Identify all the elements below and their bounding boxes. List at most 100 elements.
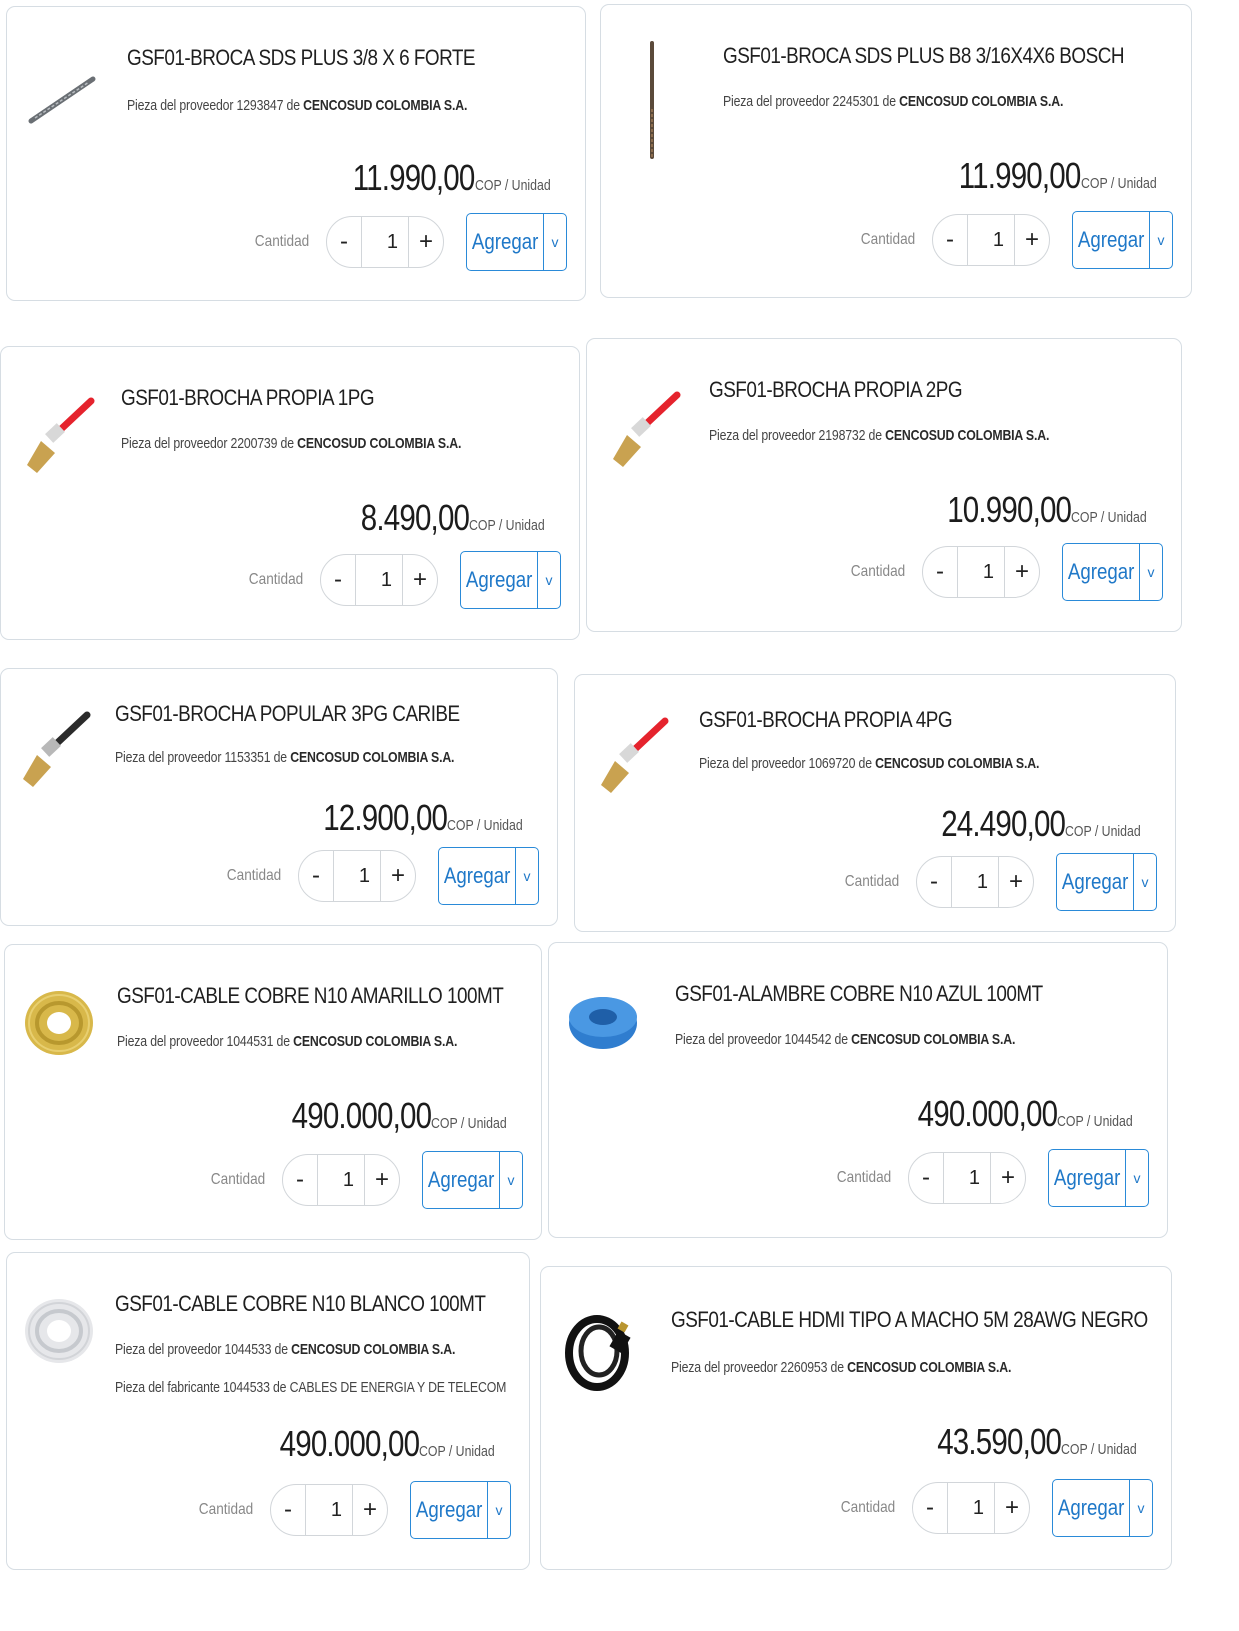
price-unit: COP / Unidad bbox=[1060, 1441, 1137, 1458]
chevron-down-icon[interactable]: v bbox=[1125, 1150, 1148, 1206]
add-button[interactable]: Agregar bbox=[1053, 1480, 1129, 1536]
decrement-button[interactable]: - bbox=[271, 1485, 305, 1535]
quantity-label: Cantidad bbox=[210, 1171, 266, 1188]
quantity-input[interactable]: 1 bbox=[361, 217, 409, 267]
product-title[interactable]: GSF01-ALAMBRE COBRE N10 AZUL 100MT bbox=[675, 981, 1043, 1007]
add-button-group: Agregar v bbox=[1048, 1149, 1149, 1207]
price: 8.490,00 bbox=[360, 497, 469, 538]
decrement-button[interactable]: - bbox=[909, 1153, 943, 1203]
chevron-down-icon[interactable]: v bbox=[543, 214, 566, 270]
quantity-input[interactable]: 1 bbox=[967, 215, 1015, 265]
quantity-row: Cantidad - 1 + Agregar v bbox=[836, 1479, 1153, 1537]
increment-button[interactable]: + bbox=[991, 1153, 1025, 1203]
add-button[interactable]: Agregar bbox=[1073, 212, 1149, 268]
decrement-button[interactable]: - bbox=[917, 857, 951, 907]
product-card: GSF01-CABLE HDMI TIPO A MACHO 5M 28AWG N… bbox=[540, 1266, 1172, 1570]
add-button[interactable]: Agregar bbox=[461, 552, 537, 608]
supplier-info: Pieza del proveedor 1069720 de CENCOSUD … bbox=[699, 755, 1040, 772]
chevron-down-icon[interactable]: v bbox=[537, 552, 560, 608]
product-title[interactable]: GSF01-CABLE COBRE N10 BLANCO 100MT bbox=[115, 1291, 486, 1317]
price-unit: COP / Unidad bbox=[1056, 1113, 1133, 1130]
supplier-info: Pieza del proveedor 2200739 de CENCOSUD … bbox=[121, 435, 462, 452]
add-button-group: Agregar v bbox=[1052, 1479, 1153, 1537]
quantity-row: Cantidad - 1 + Agregar v bbox=[206, 1151, 523, 1209]
product-title[interactable]: GSF01-BROCA SDS PLUS B8 3/16X4X6 BOSCH bbox=[723, 43, 1125, 69]
price: 10.990,00 bbox=[946, 489, 1072, 530]
maker-info: Pieza del fabricante 1044533 de CABLES D… bbox=[115, 1379, 507, 1396]
decrement-button[interactable]: - bbox=[283, 1155, 317, 1205]
quantity-stepper: - 1 + bbox=[908, 1152, 1026, 1204]
brush-icon bbox=[593, 715, 683, 805]
product-card: GSF01-BROCHA PROPIA 4PG Pieza del provee… bbox=[574, 674, 1176, 932]
product-title[interactable]: GSF01-BROCHA POPULAR 3PG CARIBE bbox=[115, 701, 460, 727]
price-row: 490.000,00 COP / Unidad bbox=[887, 1093, 1149, 1135]
product-card: GSF01-BROCA SDS PLUS B8 3/16X4X6 BOSCH P… bbox=[600, 4, 1192, 298]
quantity-input[interactable]: 1 bbox=[305, 1485, 353, 1535]
decrement-button[interactable]: - bbox=[327, 217, 361, 267]
increment-button[interactable]: + bbox=[999, 857, 1033, 907]
increment-button[interactable]: + bbox=[381, 851, 415, 901]
quantity-stepper: - 1 + bbox=[912, 1482, 1030, 1534]
supplier-info: Pieza del proveedor 2260953 de CENCOSUD … bbox=[671, 1359, 1012, 1376]
chevron-down-icon[interactable]: v bbox=[1129, 1480, 1152, 1536]
quantity-label: Cantidad bbox=[198, 1501, 254, 1518]
increment-button[interactable]: + bbox=[409, 217, 443, 267]
decrement-button[interactable]: - bbox=[923, 547, 957, 597]
decrement-button[interactable]: - bbox=[933, 215, 967, 265]
add-button-group: Agregar v bbox=[460, 551, 561, 609]
chevron-down-icon[interactable]: v bbox=[515, 848, 538, 904]
decrement-button[interactable]: - bbox=[299, 851, 333, 901]
add-button[interactable]: Agregar bbox=[439, 848, 515, 904]
drill-bit-icon bbox=[25, 59, 115, 149]
quantity-input[interactable]: 1 bbox=[355, 555, 403, 605]
supplier-info: Pieza del proveedor 1044531 de CENCOSUD … bbox=[117, 1033, 458, 1050]
chevron-down-icon[interactable]: v bbox=[1133, 854, 1156, 910]
increment-button[interactable]: + bbox=[403, 555, 437, 605]
add-button-group: Agregar v bbox=[1062, 543, 1163, 601]
increment-button[interactable]: + bbox=[353, 1485, 387, 1535]
product-title[interactable]: GSF01-BROCA SDS PLUS 3/8 X 6 FORTE bbox=[127, 45, 476, 71]
add-button[interactable]: Agregar bbox=[1057, 854, 1133, 910]
supplier-info: Pieza del proveedor 1044542 de CENCOSUD … bbox=[675, 1031, 1016, 1048]
product-title[interactable]: GSF01-BROCHA PROPIA 2PG bbox=[709, 377, 963, 403]
quantity-label: Cantidad bbox=[844, 873, 900, 890]
chevron-down-icon[interactable]: v bbox=[1149, 212, 1172, 268]
decrement-button[interactable]: - bbox=[321, 555, 355, 605]
chevron-down-icon[interactable]: v bbox=[499, 1152, 522, 1208]
add-button[interactable]: Agregar bbox=[423, 1152, 499, 1208]
increment-button[interactable]: + bbox=[1005, 547, 1039, 597]
add-button[interactable]: Agregar bbox=[1049, 1150, 1125, 1206]
add-button-group: Agregar v bbox=[1072, 211, 1173, 269]
price-unit: COP / Unidad bbox=[446, 817, 523, 834]
price: 24.490,00 bbox=[940, 803, 1066, 844]
quantity-stepper: - 1 + bbox=[916, 856, 1034, 908]
quantity-stepper: - 1 + bbox=[932, 214, 1050, 266]
decrement-button[interactable]: - bbox=[913, 1483, 947, 1533]
quantity-input[interactable]: 1 bbox=[317, 1155, 365, 1205]
quantity-input[interactable]: 1 bbox=[333, 851, 381, 901]
chevron-down-icon[interactable]: v bbox=[487, 1482, 510, 1538]
price: 11.990,00 bbox=[352, 157, 476, 198]
product-title[interactable]: GSF01-BROCHA PROPIA 1PG bbox=[121, 385, 375, 411]
product-title[interactable]: GSF01-CABLE HDMI TIPO A MACHO 5M 28AWG N… bbox=[671, 1307, 1148, 1333]
add-button[interactable]: Agregar bbox=[467, 214, 543, 270]
quantity-row: Cantidad - 1 + Agregar v bbox=[244, 551, 561, 609]
add-button[interactable]: Agregar bbox=[411, 1482, 487, 1538]
product-title[interactable]: GSF01-CABLE COBRE N10 AMARILLO 100MT bbox=[117, 983, 504, 1009]
increment-button[interactable]: + bbox=[1015, 215, 1049, 265]
quantity-input[interactable]: 1 bbox=[943, 1153, 991, 1203]
add-button[interactable]: Agregar bbox=[1063, 544, 1139, 600]
product-card: GSF01-BROCHA PROPIA 2PG Pieza del provee… bbox=[586, 338, 1182, 632]
price-row: 11.990,00 COP / Unidad bbox=[932, 155, 1173, 197]
quantity-input[interactable]: 1 bbox=[947, 1483, 995, 1533]
product-title[interactable]: GSF01-BROCHA PROPIA 4PG bbox=[699, 707, 953, 733]
chevron-down-icon[interactable]: v bbox=[1139, 544, 1162, 600]
supplier-info: Pieza del proveedor 2198732 de CENCOSUD … bbox=[709, 427, 1050, 444]
add-button-group: Agregar v bbox=[466, 213, 567, 271]
quantity-input[interactable]: 1 bbox=[951, 857, 999, 907]
price-row: 490.000,00 COP / Unidad bbox=[261, 1095, 523, 1137]
increment-button[interactable]: + bbox=[995, 1483, 1029, 1533]
increment-button[interactable]: + bbox=[365, 1155, 399, 1205]
quantity-input[interactable]: 1 bbox=[957, 547, 1005, 597]
price: 11.990,00 bbox=[958, 155, 1082, 196]
